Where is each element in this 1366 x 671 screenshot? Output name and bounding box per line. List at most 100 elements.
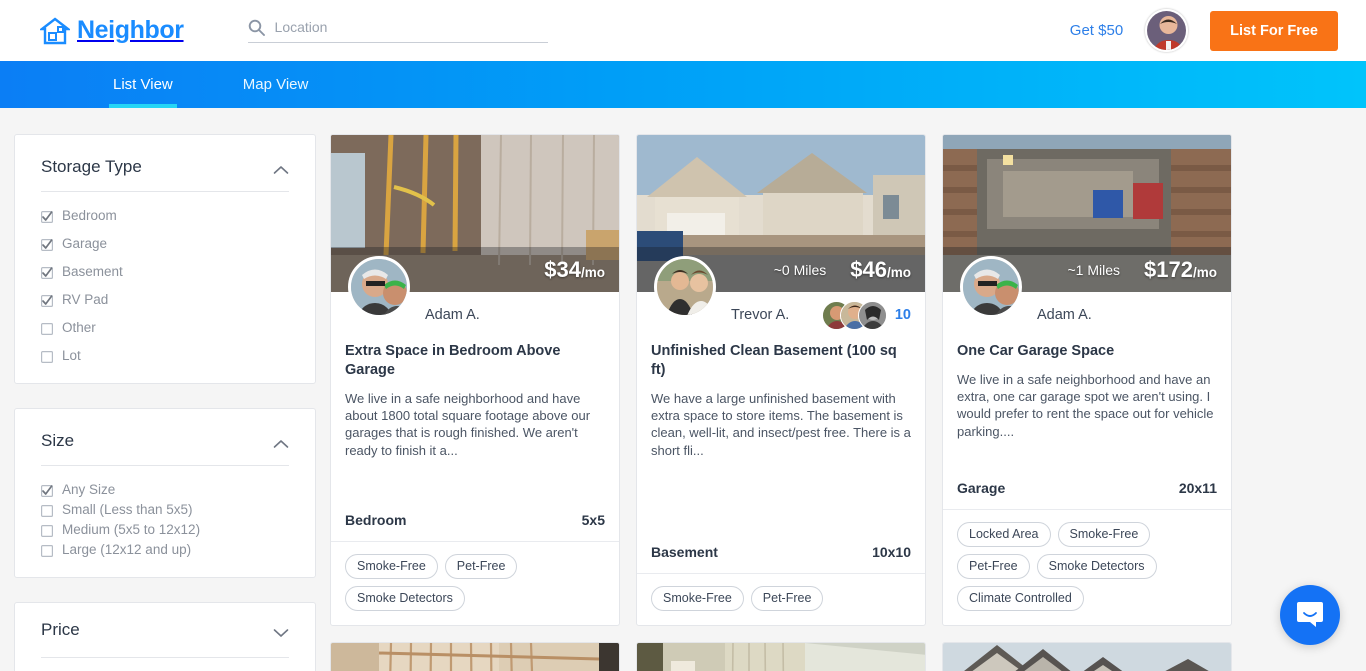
filter-title: Size	[41, 431, 75, 450]
listing-tags: Smoke-Free Pet-Free Smoke Detectors	[331, 542, 619, 625]
filter-option-lot[interactable]: Lot	[41, 348, 289, 363]
listing-photo-image	[943, 643, 1231, 671]
listing-photo[interactable]	[637, 643, 925, 671]
filter-features-header[interactable]: Features	[41, 658, 289, 671]
listing-host-row: Adam A.	[943, 256, 1231, 338]
host-name: Adam A.	[425, 307, 480, 323]
listing-title[interactable]: Extra Space in Bedroom Above Garage	[331, 342, 619, 380]
host-avatar[interactable]	[654, 256, 716, 318]
filter-option-medium[interactable]: Medium (5x5 to 12x12)	[41, 522, 289, 537]
listing-tag: Smoke Detectors	[345, 586, 465, 612]
filter-option-label: Other	[62, 320, 96, 335]
listing-card[interactable]	[636, 642, 926, 671]
listing-photo-image	[331, 643, 619, 671]
filter-option-any-size[interactable]: Any Size	[41, 482, 289, 497]
filter-option-rv-pad[interactable]: RV Pad	[41, 292, 289, 307]
site-header: Neighbor Get $50 List For Free	[0, 0, 1366, 61]
filter-option-large[interactable]: Large (12x12 and up)	[41, 542, 289, 557]
filter-storage-type: Storage Type Bedroom Garage Basement RV …	[14, 134, 316, 384]
get-fifty-link[interactable]: Get $50	[1070, 22, 1123, 39]
checkbox-icon[interactable]	[41, 350, 54, 363]
listing-price: $46/mo	[850, 256, 911, 282]
filter-option-garage[interactable]: Garage	[41, 236, 289, 251]
listing-photo-image	[637, 643, 925, 671]
listing-card[interactable]	[942, 642, 1232, 671]
listing-tag: Pet-Free	[957, 554, 1030, 580]
listing-reviews[interactable]: 10	[821, 300, 911, 330]
filter-option-label: RV Pad	[62, 292, 109, 307]
search-icon	[248, 19, 265, 36]
filter-option-list: Any Size Small (Less than 5x5) Medium (5…	[41, 482, 289, 557]
chat-bubble-icon	[1295, 599, 1325, 632]
filter-option-label: Medium (5x5 to 12x12)	[62, 522, 201, 537]
reviewer-avatars	[821, 300, 887, 330]
listing-space-type: Basement	[651, 544, 718, 561]
checkbox-checked-icon[interactable]	[41, 238, 54, 251]
host-avatar[interactable]	[348, 256, 410, 318]
host-name: Adam A.	[1037, 307, 1092, 323]
listing-tag: Pet-Free	[444, 554, 518, 580]
filter-size: Size Any Size Small (Less than 5x5) Medi…	[14, 408, 316, 578]
listing-price: $34/mo	[544, 256, 605, 282]
listing-spec-row: Garage 20x11	[943, 466, 1231, 511]
listing-description: We live in a safe neighborhood and have …	[957, 371, 1214, 439]
divider	[41, 465, 289, 466]
listing-title[interactable]: One Car Garage Space	[943, 342, 1231, 361]
listing-description: We live in a safe neighborhood and have …	[345, 390, 591, 458]
listing-card[interactable]: ~1 Miles $172/mo Adam A. One Car Garage …	[942, 134, 1232, 627]
checkbox-checked-icon[interactable]	[41, 266, 54, 279]
search-input[interactable]	[274, 19, 548, 35]
listing-title[interactable]: Unfinished Clean Basement (100 sq ft)	[637, 342, 925, 380]
chevron-down-icon[interactable]	[273, 625, 289, 637]
listing-dimensions: 5x5	[581, 512, 605, 529]
brand-logo[interactable]: Neighbor	[38, 16, 184, 45]
listing-card[interactable]	[330, 642, 620, 671]
search-bar[interactable]	[247, 19, 548, 43]
checkbox-checked-icon[interactable]	[41, 294, 54, 307]
filter-option-label: Large (12x12 and up)	[62, 542, 192, 557]
listing-space-type: Garage	[957, 480, 1006, 497]
filter-option-other[interactable]: Other	[41, 320, 289, 335]
host-name: Trevor A.	[731, 307, 790, 323]
filter-option-bedroom[interactable]: Bedroom	[41, 208, 289, 223]
listing-dimensions: 10x10	[872, 544, 911, 561]
listing-photo[interactable]	[943, 643, 1231, 671]
checkbox-icon[interactable]	[41, 322, 54, 335]
listing-host-row: Trevor A. 10	[637, 256, 925, 338]
view-tabs: List View Map View	[0, 61, 1366, 108]
tab-list-view[interactable]: List View	[109, 76, 177, 108]
checkbox-icon[interactable]	[41, 544, 54, 557]
listing-distance: ~0 Miles	[773, 261, 827, 278]
chevron-up-icon[interactable]	[273, 162, 289, 174]
filter-option-label: Garage	[62, 236, 108, 251]
chat-widget-button[interactable]	[1280, 585, 1340, 645]
filter-title: Storage Type	[41, 157, 142, 176]
filter-option-basement[interactable]: Basement	[41, 264, 289, 279]
filter-price-header[interactable]: Price	[41, 603, 289, 657]
list-for-free-button[interactable]: List For Free	[1210, 10, 1338, 51]
listing-spec-row: Bedroom 5x5	[331, 498, 619, 543]
user-avatar[interactable]	[1145, 9, 1189, 52]
listing-photo[interactable]	[331, 643, 619, 671]
page-body: Storage Type Bedroom Garage Basement RV …	[0, 108, 1366, 671]
tab-map-view[interactable]: Map View	[239, 76, 313, 108]
listing-tag: Smoke-Free	[345, 554, 438, 580]
checkbox-checked-icon[interactable]	[41, 210, 54, 223]
checkbox-icon[interactable]	[41, 504, 54, 517]
host-avatar[interactable]	[960, 256, 1022, 318]
filter-option-small[interactable]: Small (Less than 5x5)	[41, 502, 289, 517]
checkbox-icon[interactable]	[41, 524, 54, 537]
filter-storage-type-header[interactable]: Storage Type	[41, 157, 289, 177]
listing-card[interactable]: ~0 Miles $46/mo Trevor A. 10 Unfinished …	[636, 134, 926, 627]
listing-host-row: Adam A.	[331, 256, 619, 338]
listing-tag: Climate Controlled	[957, 586, 1084, 612]
house-icon	[38, 16, 72, 45]
checkbox-checked-icon[interactable]	[41, 484, 54, 497]
filter-size-header[interactable]: Size	[41, 431, 289, 451]
listing-distance: ~1 Miles	[1067, 261, 1121, 278]
chevron-up-icon[interactable]	[273, 436, 289, 448]
divider	[41, 191, 289, 192]
listing-card[interactable]: $34/mo Adam A. Extra Space in Bedroom Ab…	[330, 134, 620, 627]
listing-tag: Locked Area	[957, 522, 1051, 548]
listing-tag: Smoke-Free	[1057, 522, 1151, 548]
